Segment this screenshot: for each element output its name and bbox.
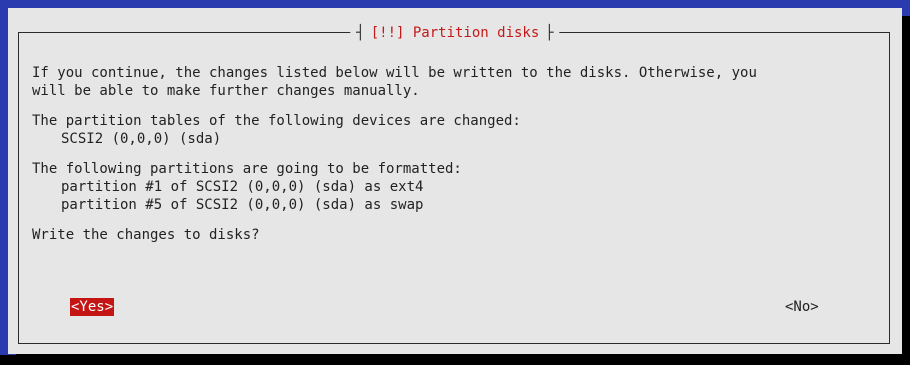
button-row: <Yes> <No> bbox=[8, 298, 902, 318]
yes-button[interactable]: <Yes> bbox=[70, 298, 115, 316]
partition-dialog: ┤ [!!] Partition disks ├ If you continue… bbox=[8, 8, 902, 354]
intro-line-1: If you continue, the changes listed belo… bbox=[32, 65, 757, 81]
no-button[interactable]: <No> bbox=[785, 298, 819, 316]
title-right-bracket: ├ bbox=[545, 25, 554, 41]
title-text: [!!] Partition disks bbox=[370, 25, 540, 41]
dialog-title: ┤ [!!] Partition disks ├ bbox=[350, 24, 560, 42]
partition-tables-heading: The partition tables of the following de… bbox=[32, 113, 521, 129]
partition-5-line: partition #5 of SCSI2 (0,0,0) (sda) as s… bbox=[61, 197, 424, 213]
partition-1-line: partition #1 of SCSI2 (0,0,0) (sda) as e… bbox=[61, 179, 424, 195]
installer-screen: ┤ [!!] Partition disks ├ If you continue… bbox=[0, 0, 910, 365]
dialog-content: If you continue, the changes listed belo… bbox=[32, 64, 892, 244]
intro-line-2: will be able to make further changes man… bbox=[32, 83, 420, 99]
title-left-bracket: ┤ bbox=[356, 25, 365, 41]
formatted-partitions-heading: The following partitions are going to be… bbox=[32, 161, 462, 177]
question-line: Write the changes to disks? bbox=[32, 227, 260, 243]
changed-device-line: SCSI2 (0,0,0) (sda) bbox=[61, 131, 222, 147]
